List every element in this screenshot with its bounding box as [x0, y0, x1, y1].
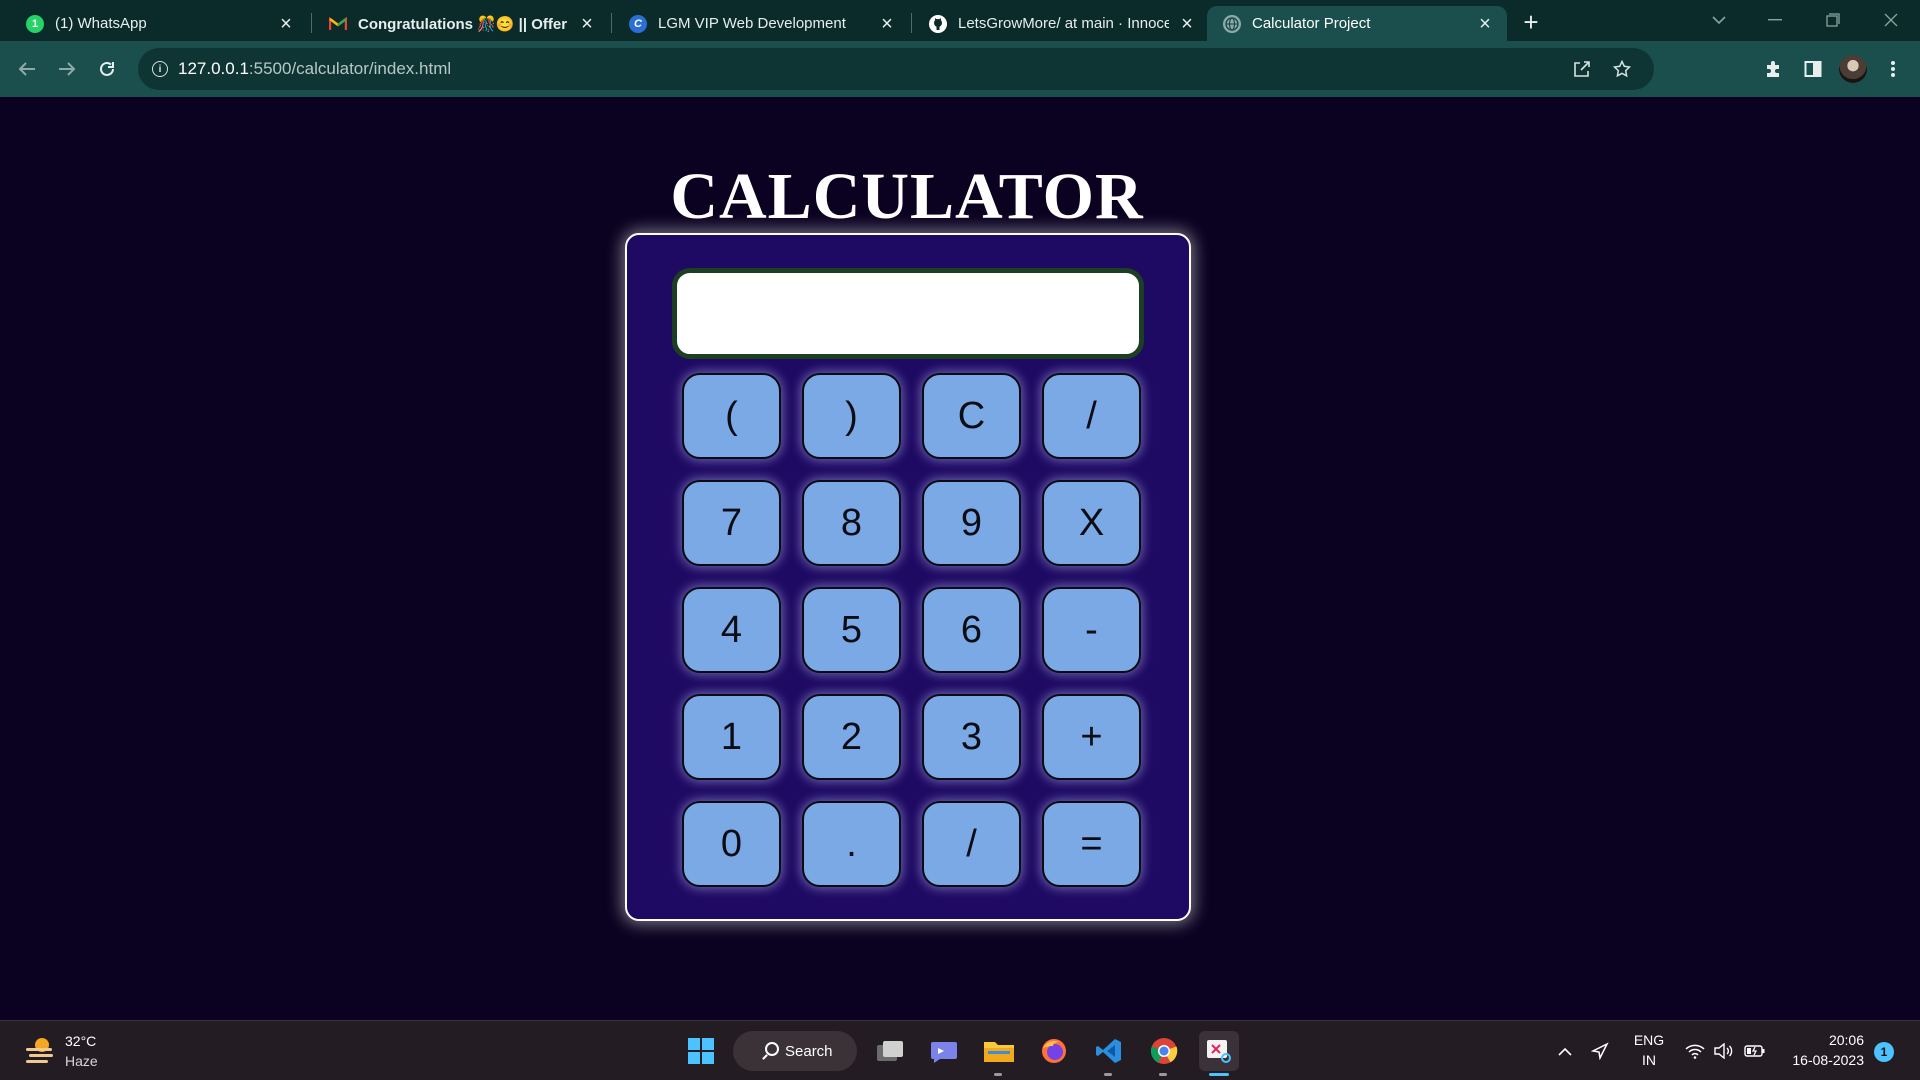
running-indicator: [1159, 1073, 1167, 1076]
key-decimal[interactable]: .: [802, 801, 901, 887]
key-8[interactable]: 8: [802, 480, 901, 566]
key-clear[interactable]: C: [922, 373, 1021, 459]
extensions-puzzle-icon[interactable]: [1757, 53, 1789, 85]
tab-whatsapp[interactable]: 1 (1) WhatsApp ×: [10, 6, 308, 41]
key-6[interactable]: 6: [922, 587, 1021, 673]
taskbar-search-button[interactable]: Search: [733, 1031, 857, 1071]
address-bar[interactable]: i 127.0.0.1:5500/calculator/index.html: [138, 48, 1654, 90]
tab-calculator-project[interactable]: Calculator Project ×: [1207, 6, 1507, 41]
reload-icon[interactable]: [89, 51, 125, 87]
vscode-icon[interactable]: [1089, 1031, 1129, 1071]
tab-search-chevron-icon[interactable]: [1694, 6, 1744, 34]
forward-arrow-icon[interactable]: [49, 51, 85, 87]
task-view-icon[interactable]: [870, 1031, 910, 1071]
location-arrow-icon[interactable]: [1589, 1040, 1611, 1062]
close-window-icon[interactable]: [1866, 6, 1916, 34]
calculator-body: ( ) C / 7 8 9 X 4 5 6 - 1 2 3 + 0 . / =: [625, 233, 1191, 921]
search-icon: [765, 1042, 779, 1056]
whatsapp-icon: 1: [26, 14, 44, 33]
notification-badge[interactable]: 1: [1874, 1042, 1894, 1062]
restore-icon[interactable]: [1808, 6, 1858, 34]
close-icon[interactable]: ×: [276, 14, 296, 34]
language-indicator[interactable]: ENG: [1631, 1032, 1667, 1048]
chrome-icon[interactable]: [1144, 1031, 1184, 1071]
weather-haze-icon[interactable]: [24, 1035, 56, 1065]
tab-lgm[interactable]: C LGM VIP Web Development ×: [613, 6, 909, 41]
url-host: 127.0.0.1: [178, 59, 249, 78]
tab-github[interactable]: LetsGrowMore/ at main · Innocen ×: [913, 6, 1209, 41]
more-menu-icon[interactable]: [1877, 53, 1909, 85]
url-path: :5500/calculator/index.html: [248, 59, 452, 78]
gmail-icon: [329, 15, 347, 33]
volume-icon[interactable]: [1713, 1040, 1735, 1062]
site-info-icon[interactable]: i: [152, 61, 168, 77]
calculator-keypad: ( ) C / 7 8 9 X 4 5 6 - 1 2 3 + 0 . / =: [682, 373, 1141, 887]
minimize-icon[interactable]: [1750, 6, 1800, 34]
key-multiply[interactable]: X: [1042, 480, 1141, 566]
running-indicator: [1104, 1073, 1112, 1076]
key-equals[interactable]: =: [1042, 801, 1141, 887]
tab-divider: [311, 13, 312, 33]
windows-taskbar: 32°C Haze Search ENG IN 20:06 16-08-2023…: [0, 1020, 1920, 1080]
back-arrow-icon[interactable]: [9, 51, 45, 87]
clock-date[interactable]: 16-08-2023: [1776, 1052, 1864, 1068]
key-open-paren[interactable]: (: [682, 373, 781, 459]
github-icon: [929, 14, 947, 33]
windows-start-icon[interactable]: [681, 1031, 721, 1071]
clock-time[interactable]: 20:06: [1776, 1032, 1864, 1048]
calculator-title: CALCULATOR: [670, 160, 1144, 233]
battery-charging-icon[interactable]: [1744, 1040, 1766, 1062]
key-add[interactable]: +: [1042, 694, 1141, 780]
key-9[interactable]: 9: [922, 480, 1021, 566]
tab-title: (1) WhatsApp: [55, 15, 147, 32]
teams-chat-icon[interactable]: [924, 1031, 964, 1071]
key-divide[interactable]: /: [1042, 373, 1141, 459]
tab-title: LetsGrowMore/ at main · Innocen: [958, 15, 1169, 32]
lgm-icon: C: [629, 14, 647, 33]
globe-icon: [1223, 14, 1241, 33]
tab-title: LGM VIP Web Development: [658, 15, 846, 32]
tab-title: Congratulations 🎊😊 || Offer Le: [358, 15, 569, 33]
page-viewport: CALCULATOR ( ) C / 7 8 9 X 4 5 6 - 1 2 3…: [0, 97, 1920, 1020]
tab-gmail[interactable]: Congratulations 🎊😊 || Offer Le ×: [313, 6, 609, 41]
close-icon[interactable]: ×: [1177, 14, 1197, 34]
close-icon[interactable]: ×: [877, 14, 897, 34]
wifi-icon[interactable]: [1684, 1040, 1706, 1062]
key-divide-2[interactable]: /: [922, 801, 1021, 887]
browser-tab-strip: 1 (1) WhatsApp × Congratulations 🎊😊 || O…: [0, 0, 1920, 41]
firefox-icon[interactable]: [1034, 1031, 1074, 1071]
side-panel-icon[interactable]: [1797, 53, 1829, 85]
browser-toolbar: i 127.0.0.1:5500/calculator/index.html: [0, 41, 1920, 97]
profile-avatar[interactable]: [1839, 55, 1867, 83]
search-label: Search: [785, 1042, 833, 1060]
key-subtract[interactable]: -: [1042, 587, 1141, 673]
weather-temperature: 32°C: [65, 1033, 97, 1049]
keyboard-layout-indicator[interactable]: IN: [1631, 1052, 1667, 1068]
key-3[interactable]: 3: [922, 694, 1021, 780]
tab-divider: [611, 13, 612, 33]
close-icon[interactable]: ×: [1475, 14, 1495, 34]
key-1[interactable]: 1: [682, 694, 781, 780]
snipping-tool-icon[interactable]: [1199, 1031, 1239, 1071]
tab-divider: [911, 13, 912, 33]
share-icon[interactable]: [1571, 58, 1593, 80]
running-indicator: [994, 1073, 1002, 1076]
active-app-indicator: [1209, 1073, 1229, 1076]
key-close-paren[interactable]: ): [802, 373, 901, 459]
calculator-display-input[interactable]: [672, 268, 1144, 359]
key-0[interactable]: 0: [682, 801, 781, 887]
show-hidden-icons-chevron-icon[interactable]: [1554, 1040, 1576, 1062]
bookmark-star-icon[interactable]: [1611, 58, 1633, 80]
file-explorer-icon[interactable]: [979, 1031, 1019, 1071]
key-2[interactable]: 2: [802, 694, 901, 780]
key-4[interactable]: 4: [682, 587, 781, 673]
key-5[interactable]: 5: [802, 587, 901, 673]
key-7[interactable]: 7: [682, 480, 781, 566]
tab-title: Calculator Project: [1252, 15, 1371, 32]
weather-description: Haze: [65, 1053, 98, 1069]
new-tab-plus-icon[interactable]: +: [1516, 7, 1546, 37]
close-icon[interactable]: ×: [577, 14, 597, 34]
